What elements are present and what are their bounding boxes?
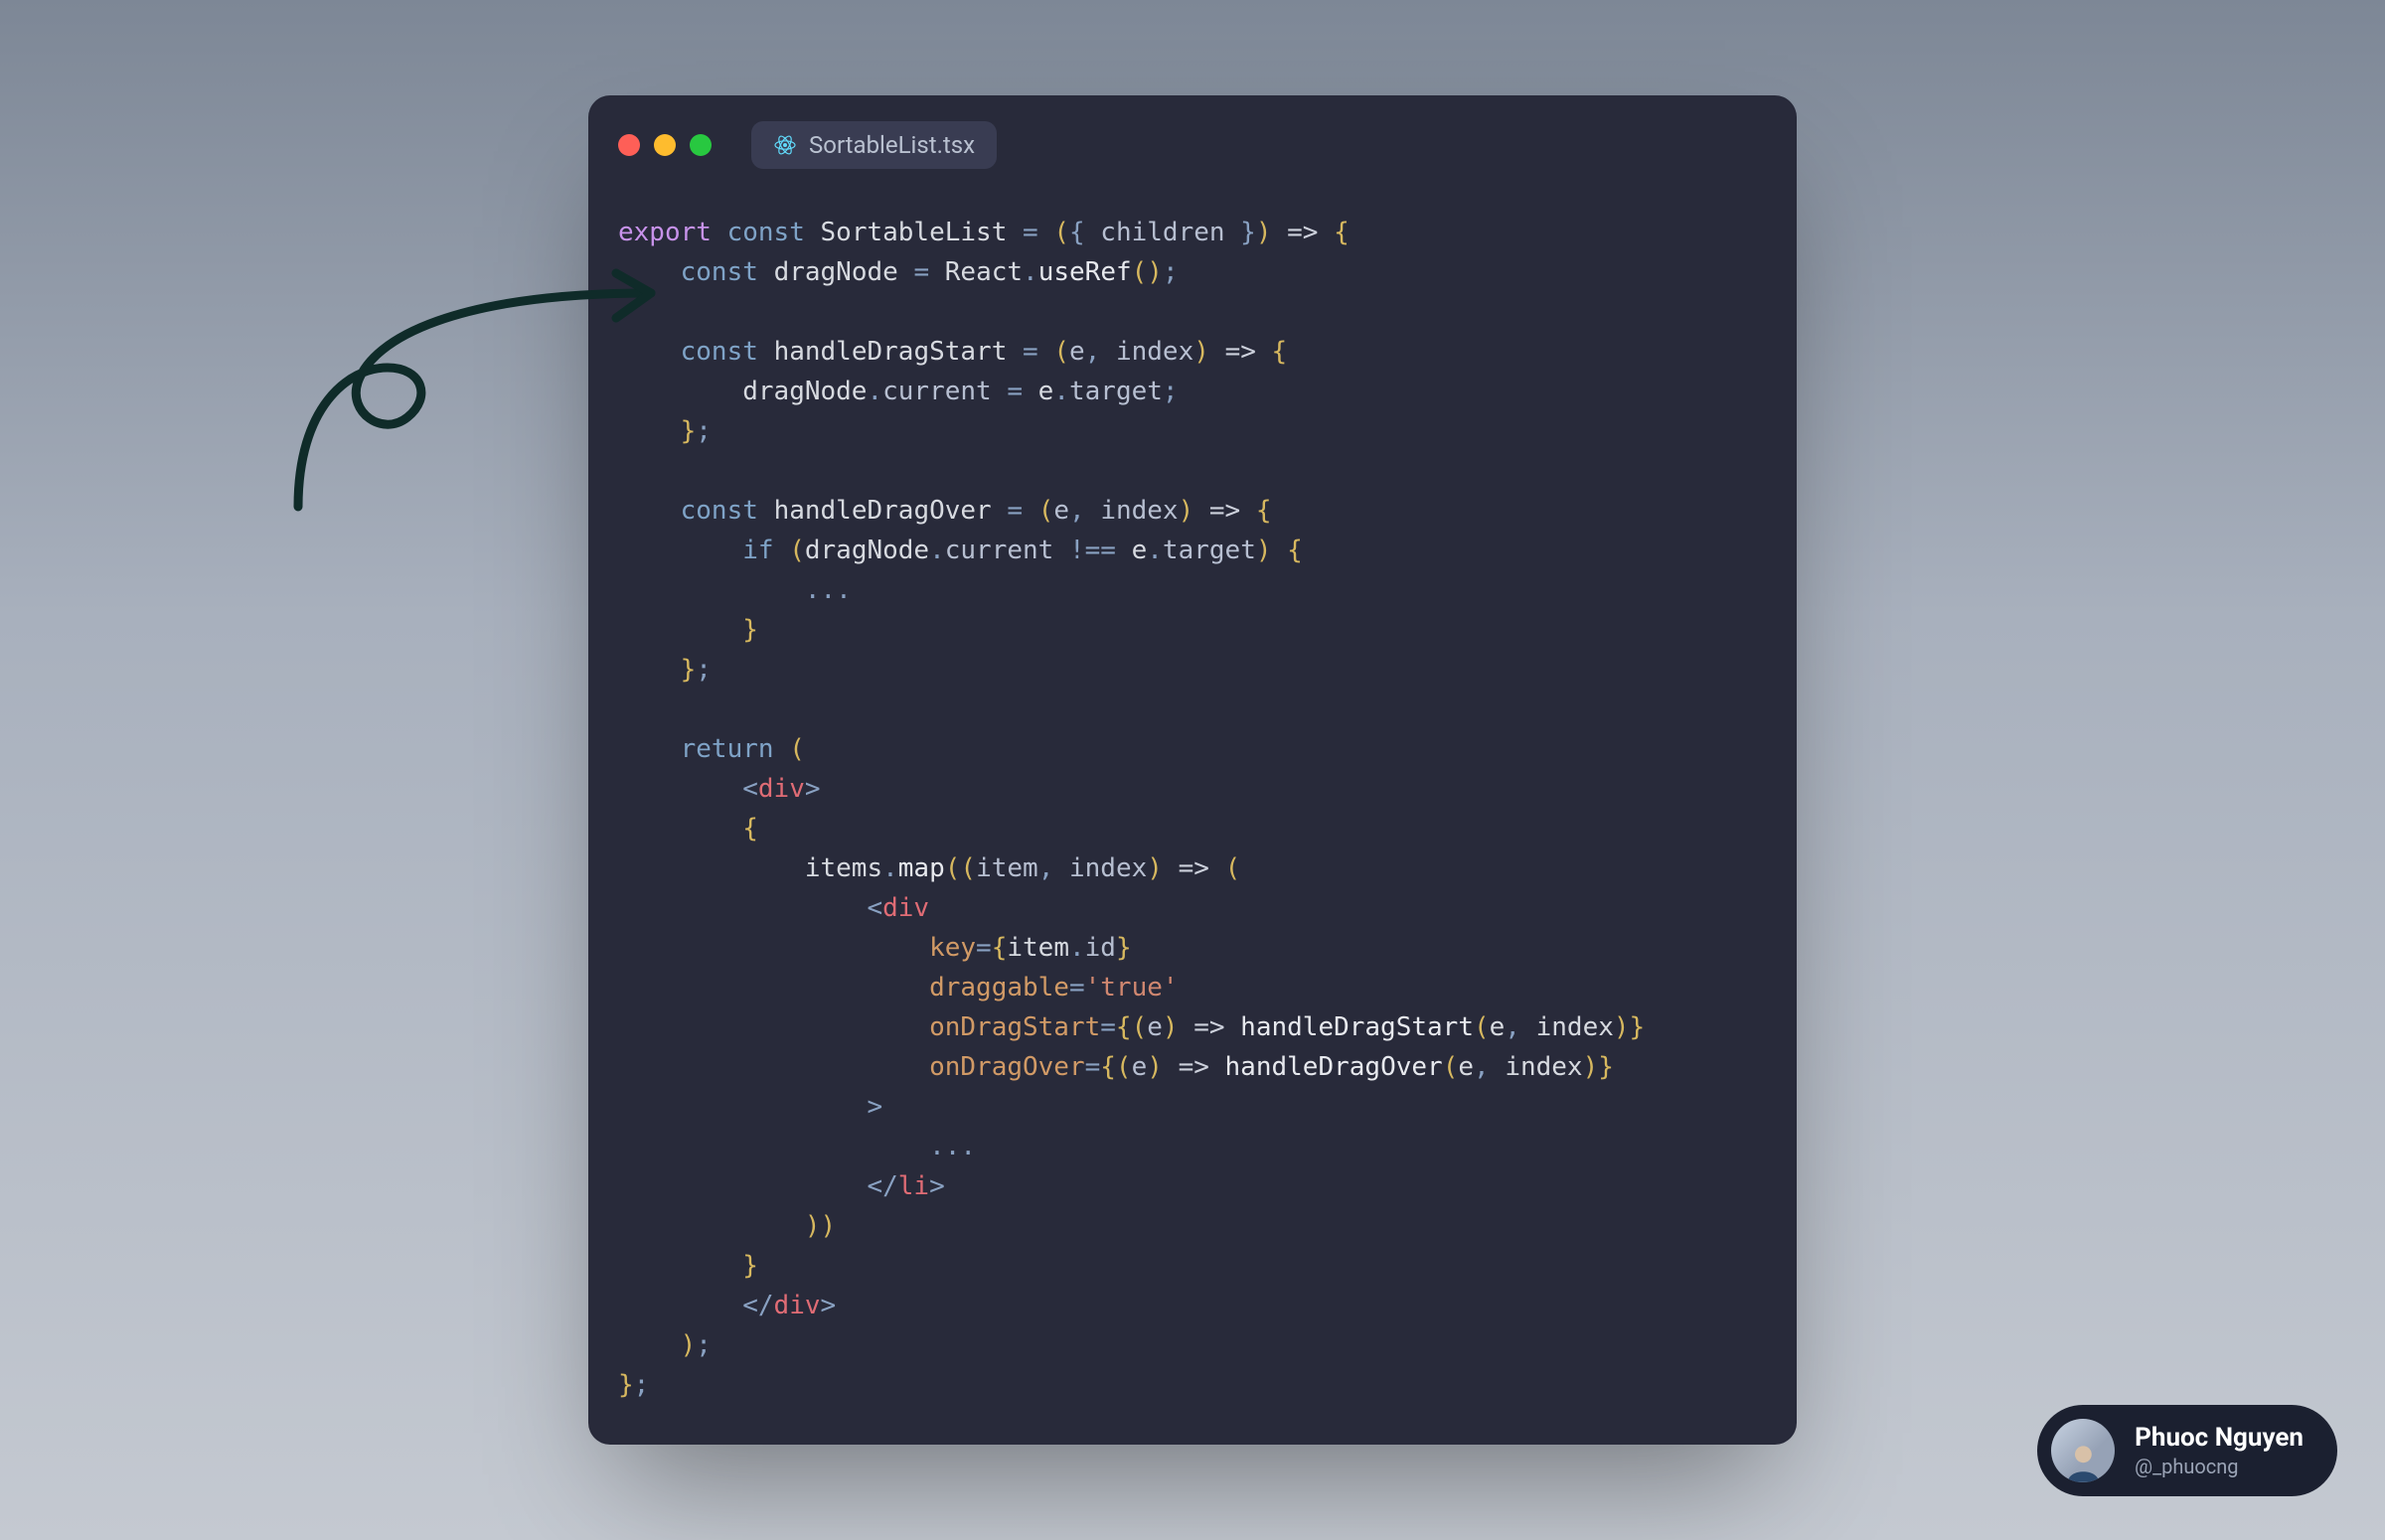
minimize-dot-icon[interactable]: [654, 134, 676, 156]
file-tab[interactable]: SortableList.tsx: [751, 121, 997, 169]
author-badge[interactable]: Phuoc Nguyen @_phuocng: [2037, 1405, 2337, 1496]
author-name: Phuoc Nguyen: [2135, 1423, 2304, 1454]
react-icon: [773, 133, 797, 157]
code-area: export const SortableList = ({ children …: [588, 179, 1797, 1445]
tab-label: SortableList.tsx: [809, 131, 975, 159]
titlebar: SortableList.tsx: [588, 95, 1797, 179]
traffic-lights: [618, 134, 712, 156]
close-dot-icon[interactable]: [618, 134, 640, 156]
editor-window: SortableList.tsx export const SortableLi…: [588, 95, 1797, 1445]
author-text: Phuoc Nguyen @_phuocng: [2135, 1423, 2304, 1477]
author-handle: @_phuocng: [2135, 1455, 2304, 1478]
author-avatar: [2051, 1419, 2115, 1482]
stage: SortableList.tsx export const SortableLi…: [0, 0, 2385, 1540]
zoom-dot-icon[interactable]: [690, 134, 712, 156]
